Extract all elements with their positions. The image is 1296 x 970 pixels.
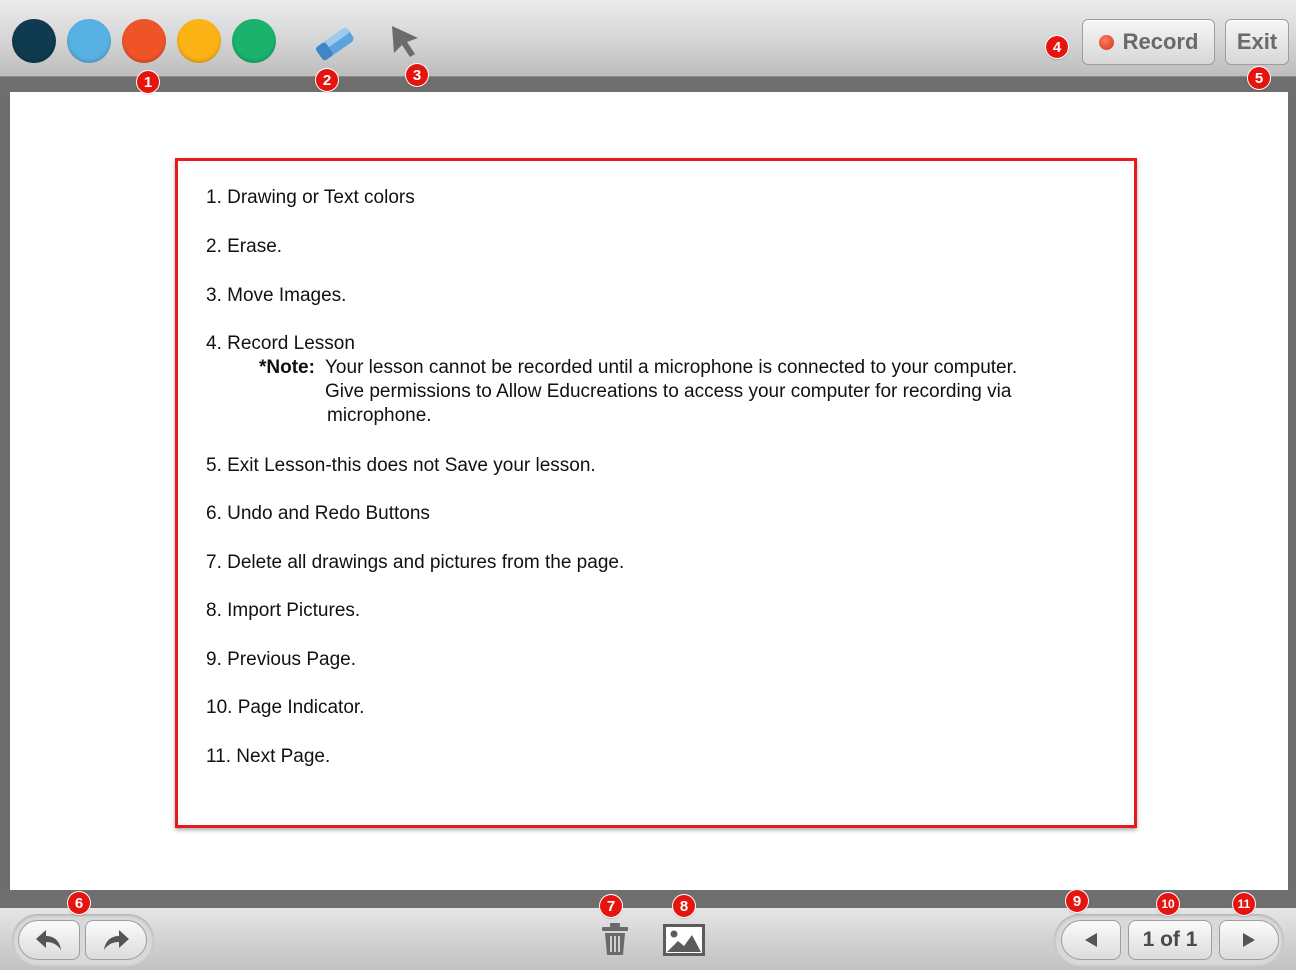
record-label: Record <box>1122 29 1199 54</box>
record-button[interactable]: Record <box>1082 19 1215 65</box>
badge-1: 1 <box>137 71 159 93</box>
triangle-left-icon <box>1085 933 1097 947</box>
legend-item-11: 11. Next Page. <box>206 746 331 767</box>
legend-item-3: 3. Move Images. <box>206 285 347 306</box>
color-swatch-yellow[interactable] <box>177 19 221 63</box>
page-indicator-label: 1 of 1 <box>1142 928 1198 951</box>
legend-item-9: 9. Previous Page. <box>206 649 356 670</box>
bottom-divider <box>0 890 1296 908</box>
undo-button[interactable] <box>18 920 80 960</box>
badge-8: 8 <box>673 895 695 917</box>
color-swatch-light-blue[interactable] <box>67 19 111 63</box>
note-label: *Note: <box>259 357 315 378</box>
exit-button[interactable]: Exit <box>1225 19 1289 65</box>
image-icon[interactable] <box>663 924 705 956</box>
badge-3: 3 <box>406 64 428 86</box>
color-swatch-green[interactable] <box>232 19 276 63</box>
redo-button[interactable] <box>85 920 147 960</box>
page-indicator: 1 of 1 <box>1128 920 1212 960</box>
undo-arrow-icon <box>36 930 61 950</box>
redo-arrow-icon <box>104 930 129 950</box>
trash-icon[interactable] <box>600 922 630 956</box>
legend-item-4: 4. Record Lesson <box>206 333 355 354</box>
legend-item-8: 8. Import Pictures. <box>206 600 361 621</box>
note-line-2: Give permissions to Allow Educreations t… <box>325 381 1012 402</box>
top-toolbar: Record Exit <box>0 0 1296 77</box>
badge-7: 7 <box>600 895 622 917</box>
legend-item-2: 2. Erase. <box>206 236 283 257</box>
eraser-icon[interactable] <box>312 24 358 64</box>
badge-9: 9 <box>1066 890 1088 912</box>
color-swatch-orange[interactable] <box>122 19 166 63</box>
note-line-3: microphone. <box>327 405 432 426</box>
legend-item-1: 1. Drawing or Text colors <box>206 187 415 208</box>
badge-11: 11 <box>1233 893 1255 915</box>
badge-2: 2 <box>316 69 338 91</box>
legend-item-10: 10. Page Indicator. <box>206 697 365 718</box>
previous-page-button[interactable] <box>1061 920 1121 960</box>
legend-item-6: 6. Undo and Redo Buttons <box>206 503 430 524</box>
legend-box: 1. Drawing or Text colors 2. Erase. 3. M… <box>175 158 1137 828</box>
next-page-button[interactable] <box>1219 920 1279 960</box>
note-line-1: Your lesson cannot be recorded until a m… <box>325 357 1018 378</box>
badge-6: 6 <box>68 892 90 914</box>
exit-label: Exit <box>1236 29 1278 54</box>
bottom-toolbar: 1 of 1 <box>0 908 1296 970</box>
triangle-right-icon <box>1243 933 1255 947</box>
legend-item-5: 5. Exit Lesson-this does not Save your l… <box>206 455 596 476</box>
badge-10: 10 <box>1157 893 1179 915</box>
color-swatch-dark-blue[interactable] <box>12 19 56 63</box>
legend-item-7: 7. Delete all drawings and pictures from… <box>206 552 625 573</box>
cursor-arrow-icon[interactable] <box>388 24 424 60</box>
top-divider <box>0 77 1296 92</box>
badge-5: 5 <box>1248 67 1270 89</box>
record-dot-icon <box>1098 34 1114 50</box>
badge-4: 4 <box>1046 36 1068 58</box>
